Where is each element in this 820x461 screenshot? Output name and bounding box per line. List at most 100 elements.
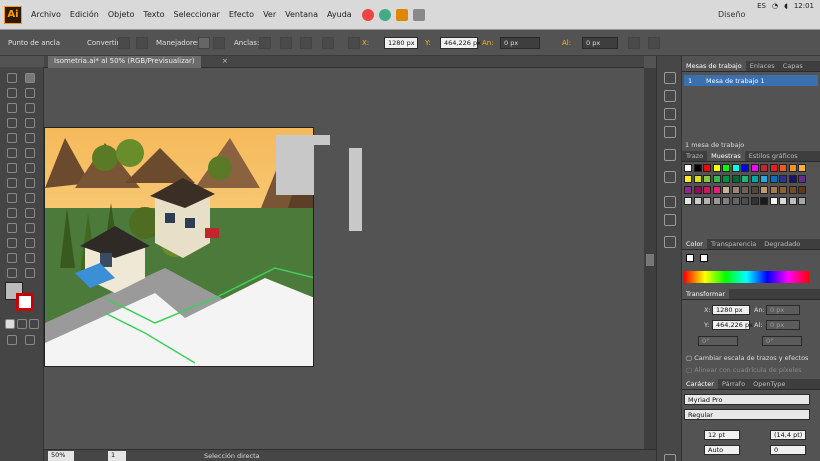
swatch[interactable] <box>712 164 721 172</box>
draw-mode-icon[interactable] <box>7 335 17 345</box>
convert-smooth-button[interactable] <box>136 37 148 49</box>
swatch[interactable] <box>722 164 730 172</box>
panel-strip-icon-9[interactable] <box>664 236 676 248</box>
panel-strip-icon-5[interactable] <box>664 149 676 161</box>
swatch[interactable] <box>703 197 711 205</box>
vertical-scrollbar[interactable] <box>644 68 656 449</box>
swatch[interactable] <box>731 175 740 183</box>
magic-wand-tool-icon[interactable] <box>7 88 17 98</box>
blend-tool-icon[interactable] <box>25 223 35 233</box>
mesh-tool-icon[interactable] <box>7 208 17 218</box>
tab-color[interactable]: Color <box>682 239 707 249</box>
menu-efecto[interactable]: Efecto <box>229 10 254 19</box>
eraser-tool-icon[interactable] <box>25 148 35 158</box>
tracking-field[interactable]: 0 <box>770 445 806 455</box>
swatch[interactable] <box>788 197 797 205</box>
tab-trazo[interactable]: Trazo <box>682 151 707 161</box>
browser-icon[interactable] <box>378 8 391 21</box>
swatch[interactable] <box>693 164 702 172</box>
swatch[interactable] <box>722 186 730 194</box>
tab-muestras[interactable]: Muestras <box>707 151 745 161</box>
workspace-switcher[interactable]: Diseño <box>718 10 745 19</box>
tab-capas[interactable]: Capas <box>779 61 807 71</box>
transform-button[interactable] <box>628 37 640 49</box>
panel-strip-icon-10[interactable] <box>664 454 676 461</box>
gradient-mode-icon[interactable] <box>17 319 27 329</box>
swatch[interactable] <box>741 186 749 194</box>
swatch[interactable] <box>798 164 806 172</box>
scale-tool-icon[interactable] <box>25 163 35 173</box>
pixel-grid-checkbox[interactable]: ▢ Alinear con cuadrícula de píxeles <box>686 366 802 374</box>
artboard[interactable] <box>44 127 314 367</box>
swatch[interactable] <box>712 186 721 194</box>
transform-x-input[interactable]: 1280 px <box>712 305 750 315</box>
chrome-icon[interactable] <box>361 8 374 21</box>
panel-strip-icon-1[interactable] <box>664 72 676 84</box>
swatch[interactable] <box>760 175 768 183</box>
swatch[interactable] <box>779 186 787 194</box>
swatch[interactable] <box>788 186 797 194</box>
tab-transformar[interactable]: Transformar <box>682 289 729 299</box>
menu-ayuda[interactable]: Ayuda <box>327 10 352 19</box>
stroke-color-swatch[interactable] <box>16 293 34 311</box>
align-button[interactable] <box>348 37 360 49</box>
type-tool-icon[interactable] <box>25 103 35 113</box>
swatch[interactable] <box>779 175 787 183</box>
swatch[interactable] <box>712 197 721 205</box>
swatch[interactable] <box>741 175 749 183</box>
swatch[interactable] <box>760 164 768 172</box>
swatch[interactable] <box>769 197 778 205</box>
rectangle-tool-icon[interactable] <box>25 118 35 128</box>
swatch[interactable] <box>731 164 740 172</box>
swatch[interactable] <box>769 186 778 194</box>
kerning-field[interactable]: Auto <box>704 445 740 455</box>
panel-strip-icon-6[interactable] <box>664 171 676 183</box>
swatch[interactable] <box>722 197 730 205</box>
color-fill-chip[interactable] <box>686 254 694 262</box>
tab-enlaces[interactable]: Enlaces <box>746 61 779 71</box>
swatch[interactable] <box>693 197 702 205</box>
tab-transparencia[interactable]: Transparencia <box>707 239 760 249</box>
transform-y-input[interactable]: 464,226 px <box>712 320 753 330</box>
swatch[interactable] <box>684 164 692 172</box>
pen-tool-icon[interactable] <box>7 103 17 113</box>
height-input[interactable]: 0 px <box>582 37 618 49</box>
remove-anchor-button[interactable] <box>259 37 271 49</box>
panel-strip-icon-4[interactable] <box>664 126 676 138</box>
show-handles-button[interactable] <box>198 37 210 49</box>
bridge-icon[interactable] <box>412 8 425 21</box>
canvas-area[interactable] <box>44 68 644 449</box>
swatch[interactable] <box>779 164 787 172</box>
color-mode-icon[interactable] <box>5 319 15 329</box>
tab-opentype[interactable]: OpenType <box>749 379 789 389</box>
hide-handles-button[interactable] <box>213 37 225 49</box>
transform-w-input[interactable]: 0 px <box>766 305 800 315</box>
document-tab[interactable]: Isometria.ai* al 50% (RGB/Previsualizar) <box>48 56 201 68</box>
swatch[interactable] <box>693 175 702 183</box>
swatch[interactable] <box>731 197 740 205</box>
gray-shape-tab[interactable] <box>314 135 330 145</box>
free-transform-tool-icon[interactable] <box>25 178 35 188</box>
font-family-select[interactable]: Myriad Pro <box>684 394 810 405</box>
screen-mode-icon[interactable] <box>25 335 35 345</box>
tab-degradado[interactable]: Degradado <box>760 239 804 249</box>
convert-corner-button[interactable] <box>118 37 130 49</box>
transform-h-input[interactable]: 0 px <box>766 320 800 330</box>
swatch[interactable] <box>731 186 740 194</box>
lasso-tool-icon[interactable] <box>25 88 35 98</box>
perspective-grid-tool-icon[interactable] <box>25 193 35 203</box>
swatch[interactable] <box>788 175 797 183</box>
menu-objeto[interactable]: Objeto <box>108 10 135 19</box>
none-mode-icon[interactable] <box>29 319 39 329</box>
menu-texto[interactable]: Texto <box>143 10 164 19</box>
panel-strip-icon-3[interactable] <box>664 108 676 120</box>
swatch-grid[interactable] <box>684 164 810 230</box>
connect-anchor-button[interactable] <box>280 37 292 49</box>
swatch[interactable] <box>750 197 759 205</box>
rotate-angle-field[interactable]: 0° <box>698 336 738 346</box>
swatch[interactable] <box>760 197 768 205</box>
illustrator-task-icon[interactable] <box>395 8 408 21</box>
gray-shape-large[interactable] <box>276 135 314 195</box>
swatch[interactable] <box>712 175 721 183</box>
panel-strip-icon-7[interactable] <box>664 196 676 208</box>
